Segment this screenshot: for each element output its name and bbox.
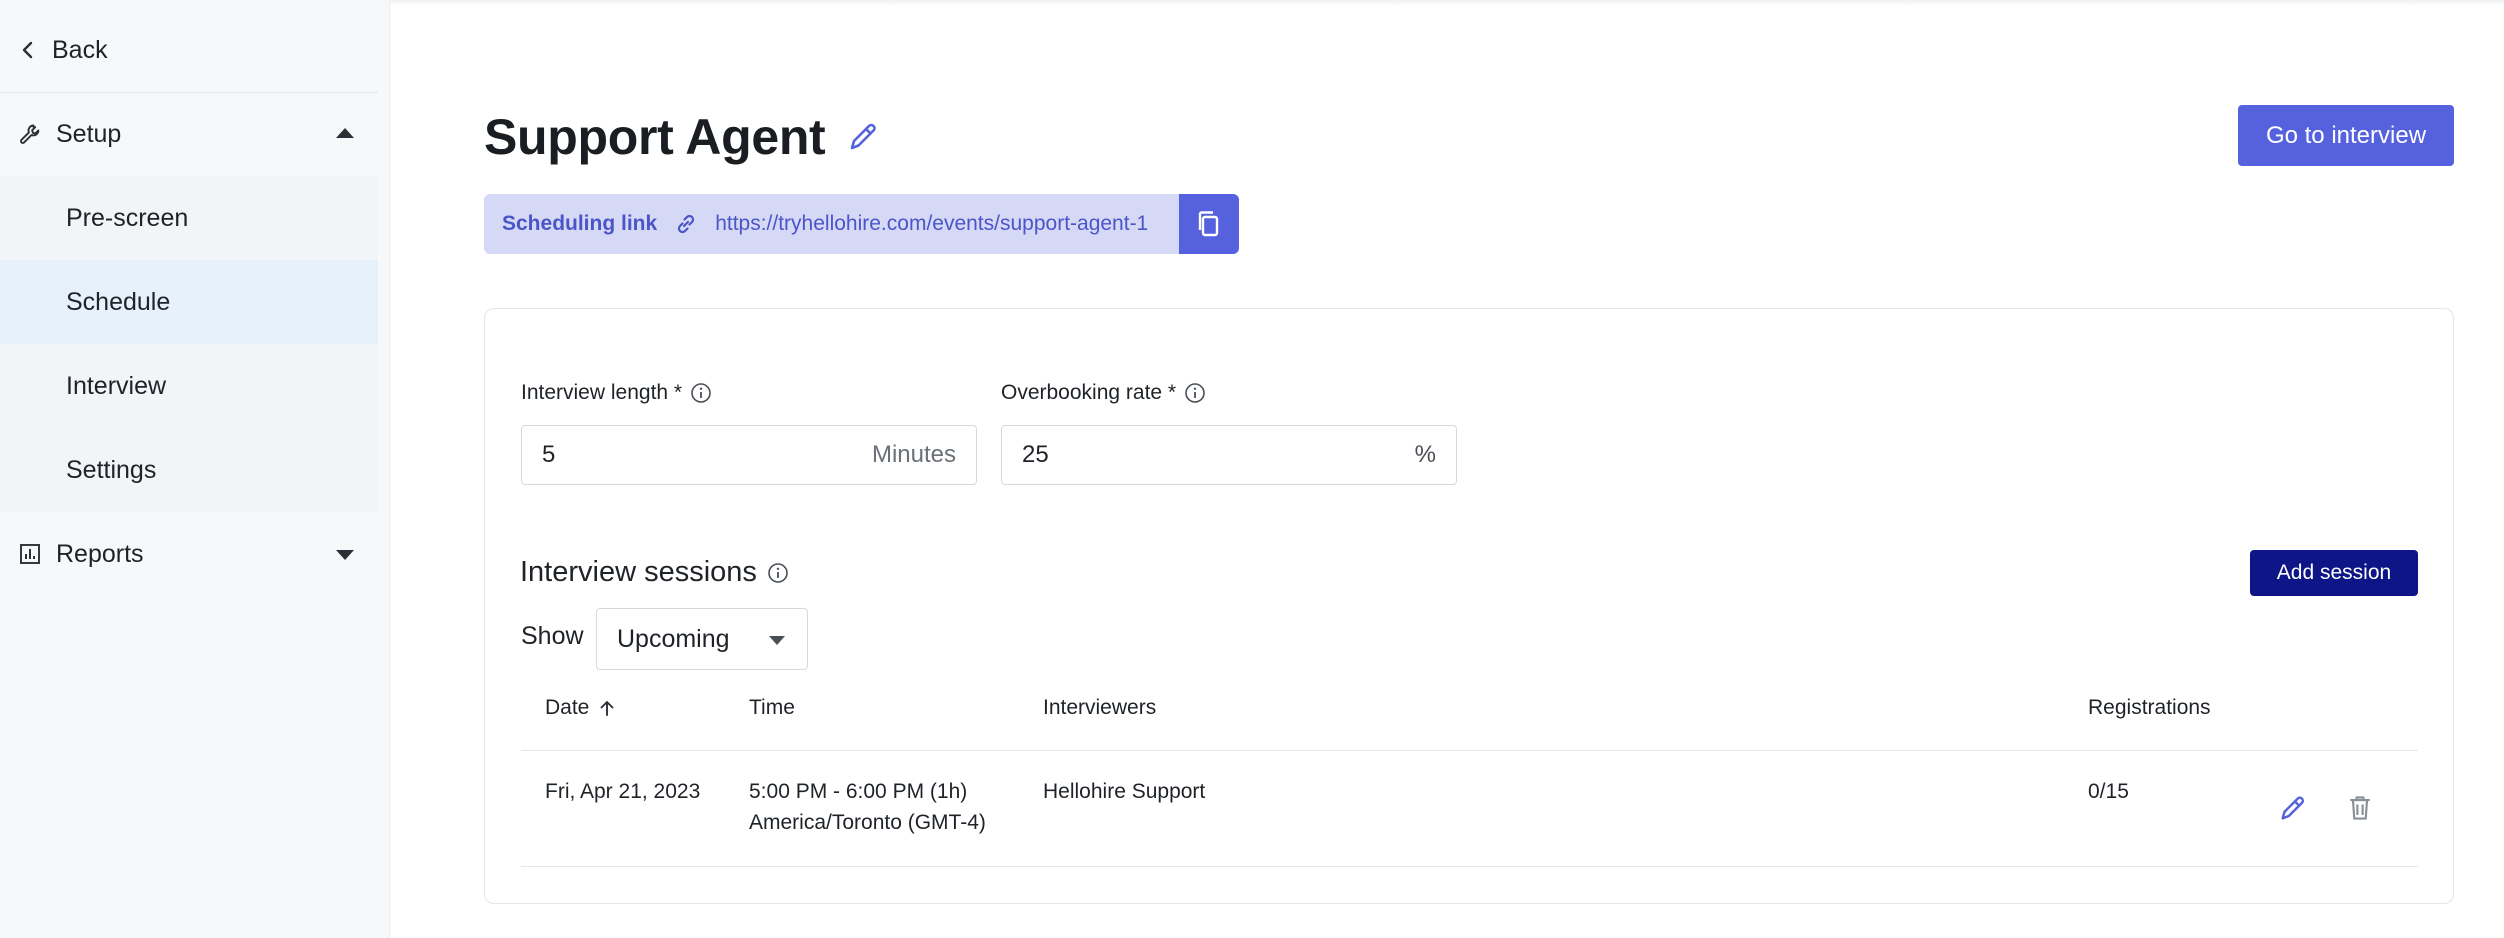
copy-link-button[interactable] [1179, 194, 1239, 254]
edit-session-pencil-icon[interactable] [2276, 791, 2310, 825]
session-registrations: 0/15 [2088, 780, 2129, 803]
sidebar-group-label: Setup [56, 119, 122, 148]
sidebar: Back Setup Pre-screen Schedule Interview… [0, 0, 390, 938]
overbooking-rate-label: Overbooking rate * [1001, 381, 1206, 405]
column-header-label: Interviewers [1043, 696, 1157, 719]
sidebar-item-pre-screen[interactable]: Pre-screen [0, 176, 378, 260]
sidebar-group-setup[interactable]: Setup [0, 106, 378, 162]
edit-title-pencil-icon[interactable] [845, 119, 881, 155]
column-header-label: Time [749, 696, 795, 719]
top-shadow [390, 0, 2504, 6]
overbooking-rate-input[interactable]: 25 % [1001, 425, 1457, 485]
session-filter-value: Upcoming [617, 624, 730, 653]
interview-sessions-title: Interview sessions [520, 556, 757, 588]
caret-down-icon [336, 550, 354, 560]
sidebar-group-label: Reports [56, 539, 144, 568]
caret-down-icon [769, 636, 785, 645]
add-session-button[interactable]: Add session [2250, 550, 2418, 596]
table-divider [521, 866, 2418, 867]
interview-length-label-text: Interview length * [521, 381, 683, 404]
column-header-date[interactable]: Date [545, 696, 617, 720]
copy-icon [1198, 211, 1219, 237]
info-icon[interactable] [767, 562, 789, 584]
link-icon [673, 211, 699, 237]
sidebar-item-label: Pre-screen [66, 203, 189, 232]
scheduling-link-label: Scheduling link [502, 212, 658, 235]
bar-chart-icon [18, 542, 42, 566]
back-button[interactable]: Back [18, 30, 108, 70]
sidebar-item-label: Settings [66, 455, 157, 484]
show-filter-label: Show [521, 622, 584, 650]
interview-length-unit: Minutes [871, 441, 956, 468]
session-interviewers: Hellohire Support [1043, 780, 1206, 803]
overbooking-rate-label-text: Overbooking rate * [1001, 381, 1177, 404]
scheduling-link-bar: Scheduling link https://tryhellohire.com… [484, 194, 1239, 254]
table-divider [521, 750, 2418, 751]
page-header: Support Agent [484, 108, 881, 166]
sort-ascending-arrow-icon [600, 701, 614, 716]
column-header-label: Date [545, 696, 590, 719]
go-to-interview-button[interactable]: Go to interview [2238, 105, 2454, 166]
column-header-registrations: Registrations [2088, 696, 2211, 720]
column-header-label: Registrations [2088, 696, 2211, 719]
setup-submenu: Pre-screen Schedule Interview Settings [0, 176, 378, 512]
column-header-interviewers: Interviewers [1043, 696, 1156, 720]
session-timezone: America/Toronto (GMT-4) [749, 811, 986, 834]
scheduling-link-url[interactable]: https://tryhellohire.com/events/support-… [715, 212, 1179, 236]
page-title: Support Agent [484, 109, 826, 165]
interview-length-value: 5 [542, 441, 556, 468]
caret-up-icon [336, 128, 354, 138]
info-icon[interactable] [1184, 382, 1206, 404]
session-date: Fri, Apr 21, 2023 [545, 780, 701, 803]
column-header-time: Time [749, 696, 795, 720]
interview-sessions-heading: Interview sessions [520, 556, 789, 589]
interview-length-input[interactable]: 5 Minutes [521, 425, 977, 485]
session-filter-select[interactable]: Upcoming [596, 608, 808, 670]
sidebar-item-label: Schedule [66, 287, 171, 316]
wrench-icon [18, 122, 42, 146]
overbooking-rate-value: 25 [1022, 441, 1049, 468]
chevron-left-icon [22, 41, 33, 59]
delete-session-trash-icon[interactable] [2343, 791, 2377, 825]
sidebar-divider [0, 92, 378, 93]
interview-length-label: Interview length * [521, 381, 712, 405]
info-icon[interactable] [690, 382, 712, 404]
sidebar-item-settings[interactable]: Settings [0, 428, 378, 512]
sidebar-item-interview[interactable]: Interview [0, 344, 378, 428]
sidebar-group-reports[interactable]: Reports [0, 526, 378, 582]
overbooking-rate-unit: % [1414, 441, 1436, 468]
sidebar-item-label: Interview [66, 371, 167, 400]
session-time: 5:00 PM - 6:00 PM (1h) [749, 780, 968, 803]
sidebar-item-schedule[interactable]: Schedule [0, 260, 378, 344]
back-label: Back [52, 35, 108, 64]
